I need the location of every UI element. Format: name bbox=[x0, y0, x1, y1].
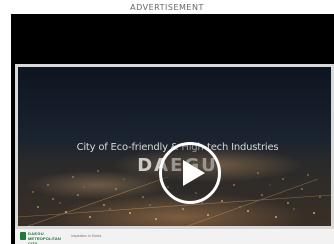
brand-footer[interactable]: DAEGU METROPOLITAN CITY Inspiration in K… bbox=[15, 229, 334, 244]
logo-subtitle: METROPOLITAN CITY bbox=[28, 236, 61, 244]
logo-mark-icon bbox=[20, 232, 26, 240]
brand-tagline: Inspiration in Korea bbox=[71, 234, 102, 238]
advertisement-label: ADVERTISEMENT bbox=[130, 3, 204, 12]
video-player[interactable]: City of Eco-friendly & High-tech Industr… bbox=[15, 64, 334, 244]
play-icon[interactable] bbox=[183, 160, 205, 186]
ad-container[interactable]: City of Eco-friendly & High-tech Industr… bbox=[11, 14, 334, 244]
video-thumbnail[interactable]: City of Eco-friendly & High-tech Industr… bbox=[15, 64, 334, 229]
brand-logo[interactable]: DAEGU METROPOLITAN CITY bbox=[20, 231, 66, 244]
play-button[interactable] bbox=[159, 142, 221, 204]
